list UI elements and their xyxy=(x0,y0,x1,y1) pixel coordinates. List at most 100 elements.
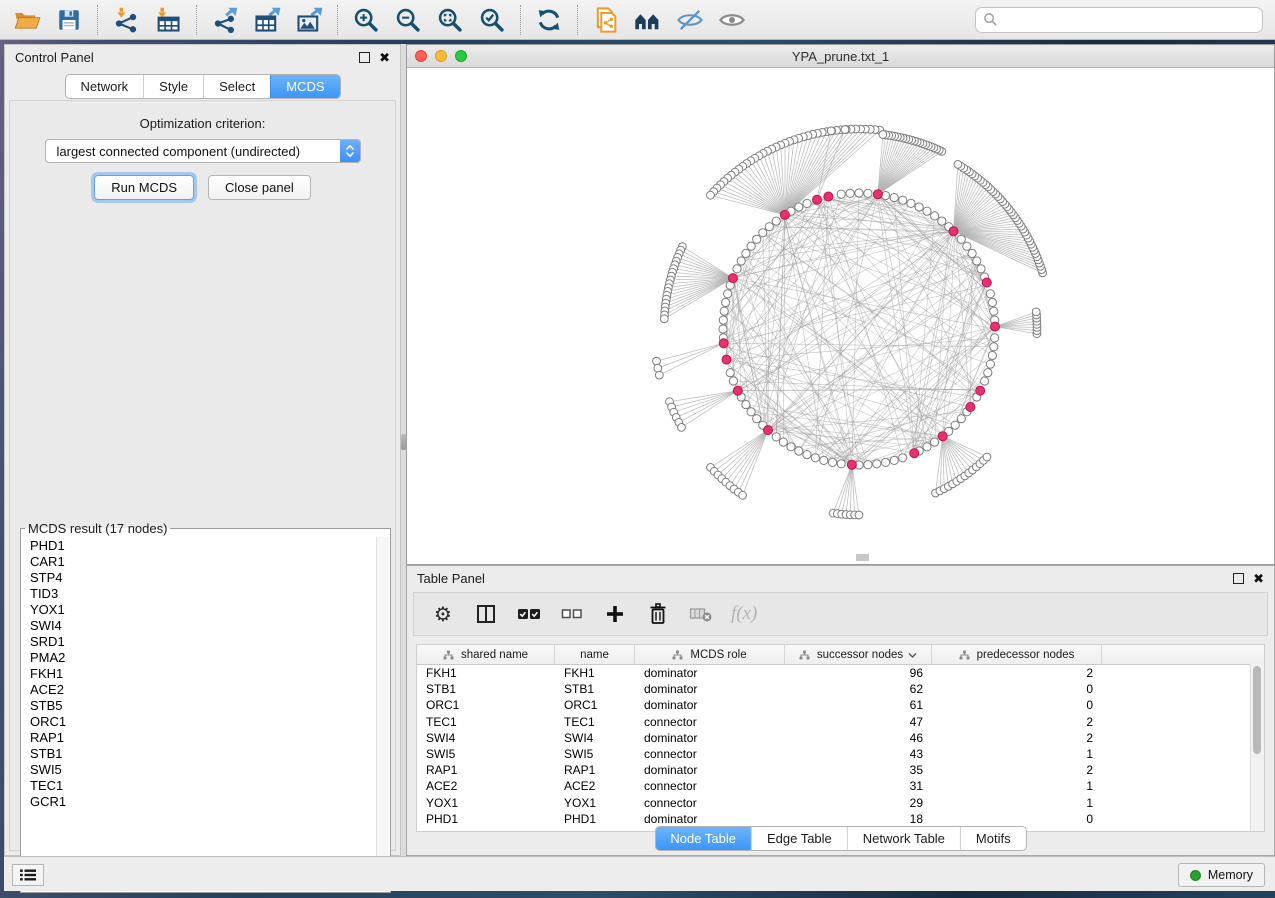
mcds-hub-node[interactable] xyxy=(991,322,1000,331)
delete-columns-button[interactable] xyxy=(645,601,671,627)
minimize-window-icon[interactable] xyxy=(435,50,447,62)
mcds-hub-node[interactable] xyxy=(847,460,856,469)
float-window-icon[interactable] xyxy=(359,52,370,63)
mcds-hub-node[interactable] xyxy=(982,278,991,287)
mcds-result-item[interactable]: TEC1 xyxy=(30,778,376,794)
tab-network[interactable]: Network xyxy=(65,75,143,98)
mcds-hub-node[interactable] xyxy=(813,195,822,204)
close-panel-button[interactable]: Close panel xyxy=(208,175,311,200)
export-image-button[interactable] xyxy=(291,3,327,37)
table-row[interactable]: SWI5SWI5connector431 xyxy=(417,746,1264,762)
zoom-in-button[interactable] xyxy=(348,3,384,37)
table-row[interactable]: FKH1FKH1dominator962 xyxy=(417,665,1264,681)
save-session-button[interactable] xyxy=(51,3,87,37)
mcds-result-list[interactable]: PHD1CAR1STP4TID3YOX1SWI4SRD1PMA2FKH1ACE2… xyxy=(23,538,376,890)
mcds-hub-node[interactable] xyxy=(728,274,737,283)
mcds-hub-node[interactable] xyxy=(780,210,789,219)
mcds-result-item[interactable]: ACE2 xyxy=(30,682,376,698)
delete-table-button[interactable] xyxy=(688,601,714,627)
mcds-result-item[interactable]: PMA2 xyxy=(30,650,376,666)
network-window-titlebar[interactable]: YPA_prune.txt_1 xyxy=(407,45,1274,68)
tab-style[interactable]: Style xyxy=(143,75,203,98)
mcds-result-item[interactable]: STB5 xyxy=(30,698,376,714)
mcds-hub-node[interactable] xyxy=(949,227,958,236)
column-browser-button[interactable] xyxy=(473,601,499,627)
close-panel-icon[interactable]: ✖ xyxy=(1253,572,1264,585)
mcds-result-item[interactable]: GCR1 xyxy=(30,794,376,810)
table-row[interactable]: YOX1YOX1connector291 xyxy=(417,795,1264,811)
table-row[interactable]: ORC1ORC1dominator610 xyxy=(417,697,1264,713)
export-table-button[interactable] xyxy=(249,3,285,37)
table-scrollbar[interactable] xyxy=(1250,664,1264,831)
mcds-result-scrollbar[interactable] xyxy=(376,537,389,891)
mcds-result-item[interactable]: SWI5 xyxy=(30,762,376,778)
unselect-all-rows-button[interactable] xyxy=(559,601,585,627)
column-header-predecessor-nodes[interactable]: predecessor nodes xyxy=(932,645,1102,664)
mcds-result-item[interactable]: RAP1 xyxy=(30,730,376,746)
zoom-fit-button[interactable] xyxy=(432,3,468,37)
memory-button[interactable]: Memory xyxy=(1178,863,1265,887)
float-window-icon[interactable] xyxy=(1233,573,1244,584)
add-column-button[interactable] xyxy=(602,601,628,627)
table-row[interactable]: STB1STB1dominator620 xyxy=(417,681,1264,697)
show-panels-button[interactable] xyxy=(12,864,44,886)
table-options-button[interactable]: ⚙ xyxy=(430,601,456,627)
tab-mcds[interactable]: MCDS xyxy=(270,75,339,98)
network-canvas[interactable] xyxy=(407,67,1274,564)
hide-selected-button[interactable] xyxy=(672,3,708,37)
mcds-hub-node[interactable] xyxy=(719,339,728,348)
apply-layout-button[interactable] xyxy=(531,3,567,37)
mcds-hub-node[interactable] xyxy=(764,426,773,435)
mcds-hub-node[interactable] xyxy=(976,386,985,395)
table-row[interactable]: PHD1PHD1dominator180 xyxy=(417,811,1264,827)
mcds-hub-node[interactable] xyxy=(722,355,731,364)
column-header-mcds-role[interactable]: MCDS role xyxy=(635,645,785,664)
table-row[interactable]: RAP1RAP1dominator352 xyxy=(417,762,1264,778)
mcds-hub-node[interactable] xyxy=(938,432,947,441)
export-network-button[interactable] xyxy=(207,3,243,37)
mcds-result-item[interactable]: YOX1 xyxy=(30,602,376,618)
new-network-from-selection-button[interactable] xyxy=(588,3,624,37)
tab-network-table[interactable]: Network Table xyxy=(847,827,960,850)
mcds-result-item[interactable]: CAR1 xyxy=(30,554,376,570)
mcds-result-item[interactable]: FKH1 xyxy=(30,666,376,682)
mcds-hub-node[interactable] xyxy=(910,449,919,458)
import-network-button[interactable] xyxy=(108,3,144,37)
table-scrollbar-thumb[interactable] xyxy=(1253,666,1261,754)
import-table-button[interactable] xyxy=(150,3,186,37)
column-header-successor-nodes[interactable]: successor nodes xyxy=(785,645,932,664)
mcds-result-item[interactable]: TID3 xyxy=(30,586,376,602)
optimization-criterion-select[interactable]: largest connected component (undirected) xyxy=(45,139,361,163)
table-row[interactable]: SWI4SWI4dominator462 xyxy=(417,730,1264,746)
show-all-button[interactable] xyxy=(714,3,750,37)
mcds-hub-node[interactable] xyxy=(966,403,975,412)
run-mcds-button[interactable]: Run MCDS xyxy=(94,175,194,200)
close-window-icon[interactable] xyxy=(415,50,427,62)
zoom-out-button[interactable] xyxy=(390,3,426,37)
open-file-button[interactable] xyxy=(9,3,45,37)
mcds-result-item[interactable]: PHD1 xyxy=(30,538,376,554)
mcds-hub-node[interactable] xyxy=(824,192,833,201)
mcds-result-item[interactable]: SRD1 xyxy=(30,634,376,650)
column-header-shared-name[interactable]: shared name xyxy=(417,645,555,664)
maximize-window-icon[interactable] xyxy=(455,50,467,62)
mcds-hub-node[interactable] xyxy=(873,190,882,199)
table-row[interactable]: ACE2ACE2connector311 xyxy=(417,778,1264,794)
tab-motifs[interactable]: Motifs xyxy=(960,827,1026,850)
mcds-result-item[interactable]: SWI4 xyxy=(30,618,376,634)
first-neighbors-button[interactable] xyxy=(630,3,666,37)
table-row[interactable]: TEC1TEC1connector472 xyxy=(417,714,1264,730)
search-field[interactable] xyxy=(975,7,1263,33)
tab-node-table[interactable]: Node Table xyxy=(655,827,751,850)
close-panel-icon[interactable]: ✖ xyxy=(379,51,390,64)
mcds-result-item[interactable]: STP4 xyxy=(30,570,376,586)
network-hscroll-thumb[interactable] xyxy=(856,554,869,561)
select-all-rows-button[interactable] xyxy=(516,601,542,627)
mcds-result-item[interactable]: ORC1 xyxy=(30,714,376,730)
mcds-hub-node[interactable] xyxy=(733,386,742,395)
zoom-selected-button[interactable] xyxy=(474,3,510,37)
column-header-name[interactable]: name xyxy=(555,645,635,664)
tab-select[interactable]: Select xyxy=(203,75,270,98)
function-builder-icon[interactable]: f(x) xyxy=(731,603,757,625)
search-input[interactable] xyxy=(1003,11,1255,28)
